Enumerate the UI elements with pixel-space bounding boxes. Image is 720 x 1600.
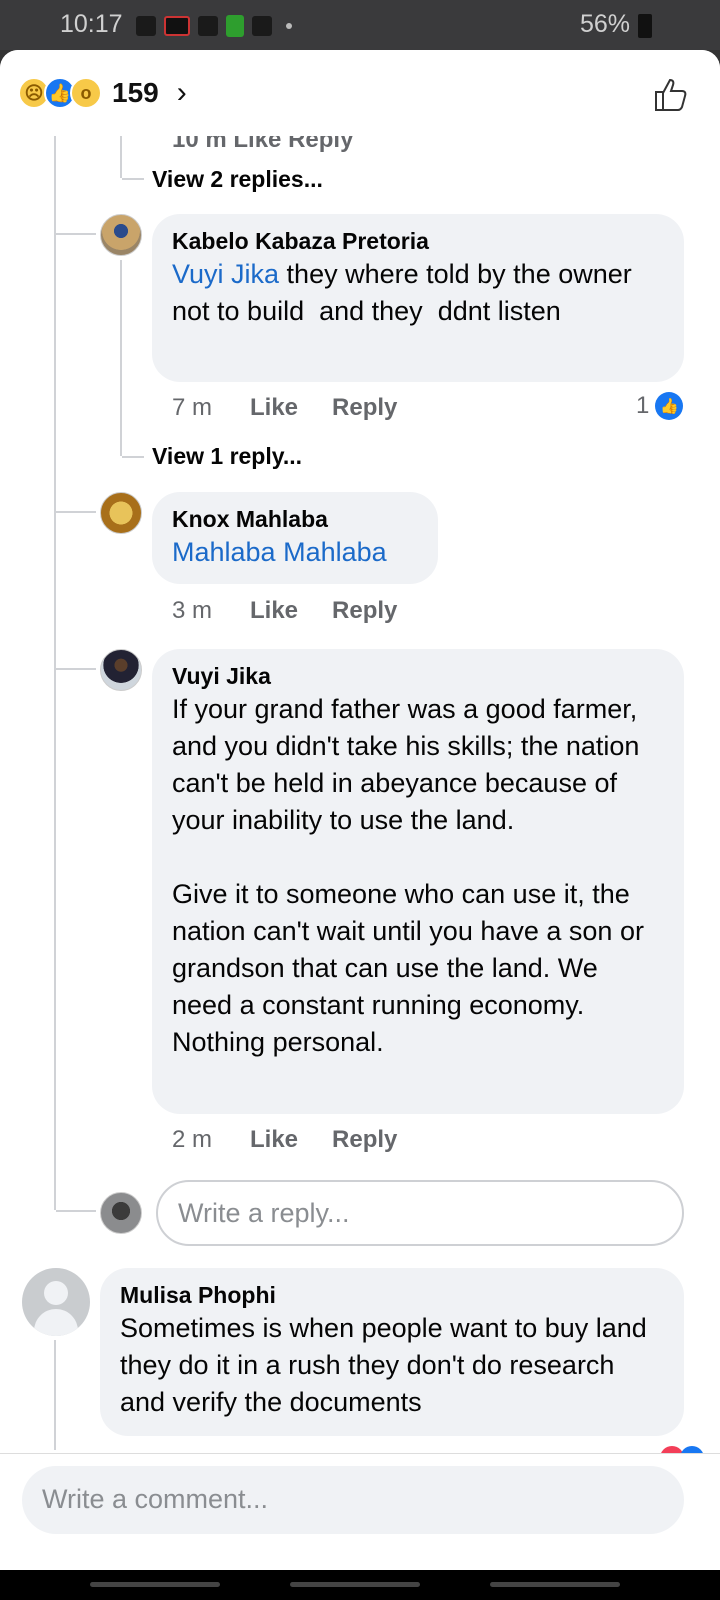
- reply-button[interactable]: Reply: [332, 597, 397, 625]
- thread-line-outer: [54, 130, 56, 1210]
- wow-icon: o: [70, 77, 102, 109]
- nav-back-button[interactable]: [490, 1582, 620, 1587]
- battery-percent: 56%: [579, 10, 630, 38]
- nav-recents-button[interactable]: [90, 1582, 220, 1587]
- reply-button[interactable]: Reply: [332, 1126, 397, 1154]
- comment-meta: 7 m Like Reply: [172, 394, 431, 422]
- battery-app-icon: [226, 15, 244, 37]
- reaction-count: 159: [112, 77, 159, 108]
- comment-bubble[interactable]: Vuyi Jika If your grand father was a goo…: [152, 649, 684, 1114]
- avatar[interactable]: [22, 1268, 90, 1336]
- like-count-number: 1: [636, 392, 650, 419]
- avatar[interactable]: [100, 492, 142, 534]
- battery-icon: [638, 14, 652, 38]
- thread-line-inner: [120, 130, 122, 178]
- comment-bubble[interactable]: Kabelo Kabaza Pretoria Vuyi Jika they wh…: [152, 214, 684, 382]
- more-dot-icon: [286, 23, 292, 29]
- like-badge-icon: 👍: [655, 392, 684, 420]
- comment-bubble[interactable]: Knox Mahlaba Mahlaba Mahlaba: [152, 492, 438, 584]
- reactions-summary[interactable]: ☹ 👍 o 159 ›: [18, 76, 187, 110]
- thread-branch: [56, 1210, 96, 1212]
- comment-meta: 2 m Like Reply: [172, 1126, 431, 1154]
- comment-author[interactable]: Vuyi Jika: [172, 661, 664, 691]
- comment-text: If your grand father was a good farmer, …: [172, 694, 644, 1057]
- comment-time: 7 m: [172, 394, 213, 421]
- thread-branch: [56, 668, 96, 670]
- comment-author[interactable]: Kabelo Kabaza Pretoria: [172, 226, 664, 256]
- comment-meta: 3 m Like Reply: [172, 597, 431, 625]
- like-button[interactable]: [650, 74, 690, 114]
- status-bar: 10:17 56%: [0, 0, 720, 50]
- view-replies-link[interactable]: View 2 replies...: [152, 166, 323, 193]
- like-comment-button[interactable]: Like: [250, 597, 298, 625]
- thread-branch: [56, 233, 96, 235]
- people-icon: [198, 16, 218, 36]
- comments-sheet: ☹ 👍 o 159 › 10 m Like Reply View 2 repli…: [0, 50, 720, 1570]
- my-avatar: [100, 1192, 142, 1234]
- mention-link[interactable]: Vuyi Jika: [172, 259, 279, 289]
- comment-text: Vuyi Jika they where told by the owner n…: [172, 256, 664, 330]
- checkbox-icon: [252, 16, 272, 36]
- thread-line-top: [54, 1340, 56, 1450]
- view-replies-link[interactable]: View 1 reply...: [152, 443, 302, 470]
- thread-branch: [56, 511, 96, 513]
- thread-branch: [122, 456, 144, 458]
- chevron-right-icon: ›: [176, 76, 187, 109]
- reply-button[interactable]: Reply: [332, 394, 397, 422]
- avatar[interactable]: [100, 649, 142, 691]
- thread-branch: [122, 178, 144, 180]
- sheet-header: ☹ 👍 o 159 ›: [0, 50, 720, 136]
- comment-text: Mahlaba Mahlaba: [172, 534, 418, 571]
- comment-time: 2 m: [172, 1126, 213, 1153]
- thread-line-inner: [120, 260, 122, 456]
- nav-home-button[interactable]: [290, 1582, 420, 1587]
- system-nav-bar: [0, 1570, 720, 1600]
- comment-author[interactable]: Mulisa Phophi: [120, 1280, 664, 1310]
- comment-bubble[interactable]: Mulisa Phophi Sometimes is when people w…: [100, 1268, 684, 1436]
- mention-link[interactable]: Mahlaba Mahlaba: [172, 537, 387, 567]
- reply-input[interactable]: Write a reply...: [156, 1180, 684, 1246]
- like-comment-button[interactable]: Like: [250, 1126, 298, 1154]
- comment-time: 3 m: [172, 597, 213, 624]
- app-notification-icon: [164, 16, 190, 36]
- notification-icons: [136, 15, 292, 37]
- message-icon: [136, 16, 156, 36]
- comment-input[interactable]: Write a comment...: [22, 1466, 684, 1534]
- comment-composer: Write a comment...: [0, 1453, 720, 1570]
- comment-like-count[interactable]: 1 👍: [636, 392, 684, 420]
- status-time: 10:17: [60, 10, 123, 38]
- like-comment-button[interactable]: Like: [250, 394, 298, 422]
- comment-author[interactable]: Knox Mahlaba: [172, 504, 418, 534]
- avatar[interactable]: [100, 214, 142, 256]
- comment-text: Sometimes is when people want to buy lan…: [120, 1313, 655, 1417]
